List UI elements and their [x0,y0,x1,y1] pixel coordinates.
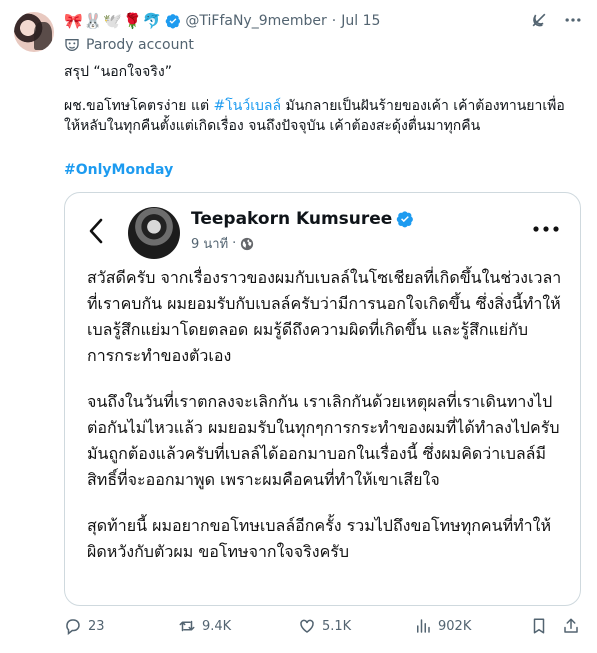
tweet-line-1: สรุป “นอกใจจริง” [64,64,172,80]
card-paragraph-2: จนถึงในวันที่เราตกลงจะเลิกกัน เราเลิกกัน… [87,392,560,489]
card-paragraph-3: สุดท้ายนี้ ผมอยากขอโทษเบลล์อีกครั้ง รวมไ… [87,516,551,561]
repost-count: 9.4K [202,618,232,634]
reply-button[interactable]: 23 [64,617,105,635]
views-button[interactable]: 902K [414,617,471,635]
share-icon [564,618,578,633]
quoted-image-card[interactable]: Teepakorn Kumsuree 9 นาที · สวัสดีครับ จ… [64,192,581,606]
grok-icon[interactable] [529,10,549,30]
card-author-avatar [128,207,180,259]
mask-icon [65,39,79,51]
hashtag-link[interactable]: #โนว์เบลล์ [214,98,282,114]
repost-icon [179,620,195,632]
parody-badge: Parody account [64,37,194,53]
card-meta: 9 นาที · [191,233,254,254]
views-count: 902K [438,618,472,634]
card-post-body: สวัสดีครับ จากเรื่องราวของผมกับเบลล์ในโซ… [87,265,565,585]
verified-icon [397,211,414,228]
back-arrow-icon [89,218,103,244]
bookmark-button[interactable] [530,617,554,635]
tweet-time[interactable]: Jul 15 [341,13,380,29]
card-author-name-row: Teepakorn Kumsuree [191,209,414,229]
like-button[interactable]: 5.1K [298,617,351,635]
tweet-line-2-start: ผช.ขอโทษโคตรง่าย แต่ [64,98,214,114]
hashtag-only-monday[interactable]: #OnlyMonday [64,160,173,180]
card-dot: · [232,236,237,251]
card-time: 9 นาที [191,237,229,252]
parody-label: Parody account [86,37,194,53]
card-more-icon [533,226,559,232]
tweet-top-actions [529,10,583,30]
repost-button[interactable]: 9.4K [178,617,231,635]
views-icon [417,619,430,633]
more-icon[interactable] [563,10,583,30]
like-icon [300,619,314,633]
tweet-line-2: ผช.ขอโทษโคตรง่าย แต่ #โนว์เบลล์ มันกลายเ… [64,96,579,136]
card-paragraph-1: สวัสดีครับ จากเรื่องราวของผมกับเบลล์ในโซ… [87,268,562,365]
separator-dot: · [331,13,337,29]
card-author-name: Teepakorn Kumsuree [191,209,393,229]
share-button[interactable] [562,617,586,635]
globe-icon [241,237,254,250]
reply-count: 23 [88,618,105,634]
reply-icon [66,619,80,635]
author-handle[interactable]: @TiFfaNy_9member [185,13,326,29]
author-avatar[interactable] [14,12,54,52]
verified-icon [166,14,181,29]
tweet-header: 🎀🐰🕊️🌹🐬 @TiFfaNy_9member · Jul 15 [64,10,380,32]
bookmark-icon [533,618,545,634]
tweet-action-bar: 23 9.4K 5.1K 902K [64,617,584,641]
display-name-emojis[interactable]: 🎀🐰🕊️🌹🐬 [64,12,162,30]
like-count: 5.1K [322,618,352,634]
